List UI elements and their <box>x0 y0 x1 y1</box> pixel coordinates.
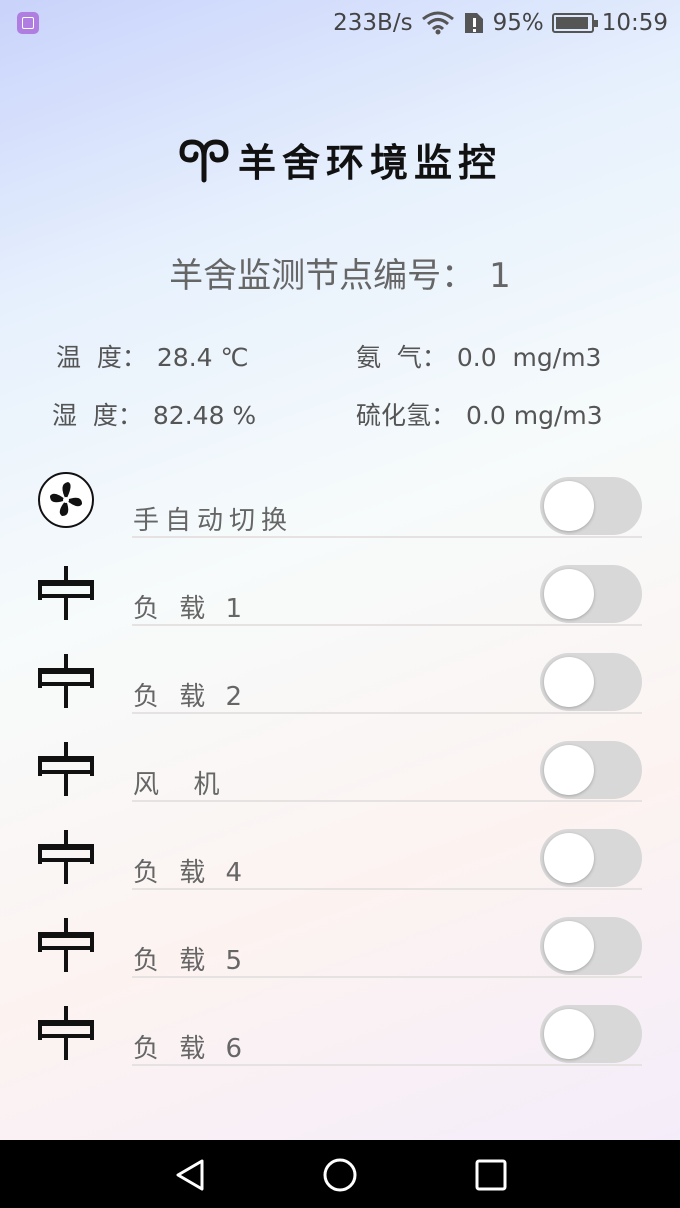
fan-icon <box>38 472 94 528</box>
toggle-knob <box>544 921 594 971</box>
toggle-knob <box>544 657 594 707</box>
toggle-knob <box>544 833 594 883</box>
control-label: 负 载 2 <box>133 682 249 712</box>
node-number: 1 <box>489 256 511 296</box>
reading-humidity: 湿 度： 82.48 % <box>52 396 256 432</box>
toggle-switch[interactable] <box>540 917 642 975</box>
control-row-load-6: 负 载 6 <box>0 978 680 1066</box>
reading-value: 0.0 mg/m3 <box>466 401 603 430</box>
reading-h2s: 硫化氢： 0.0 mg/m3 <box>356 396 603 432</box>
toggle-switch[interactable] <box>540 477 642 535</box>
control-row-fan: 风 机 <box>0 714 680 802</box>
control-label: 手自动切换 <box>133 506 294 536</box>
relay-icon <box>38 654 94 708</box>
reading-label: 湿 度： <box>52 401 143 430</box>
divider <box>132 1064 642 1066</box>
control-row-load-4: 负 载 4 <box>0 802 680 890</box>
control-row-load-5: 负 载 5 <box>0 890 680 978</box>
reading-label: 硫化氢： <box>356 401 457 430</box>
reading-temperature: 温 度： 28.4 ℃ <box>56 338 249 374</box>
home-icon[interactable] <box>322 1157 358 1193</box>
network-speed: 233B/s <box>333 10 413 36</box>
clock: 10:59 <box>601 10 668 36</box>
reading-value: 82.48 % <box>152 401 257 430</box>
control-row-load-1: 负 载 1 <box>0 538 680 626</box>
reading-label: 氨 气： <box>356 343 447 372</box>
toggle-switch[interactable] <box>540 741 642 799</box>
node-label: 羊舍监测节点编号： <box>169 256 476 296</box>
toggle-knob <box>544 745 594 795</box>
toggle-knob <box>544 1009 594 1059</box>
back-icon[interactable] <box>172 1157 208 1193</box>
control-row-load-2: 负 载 2 <box>0 626 680 714</box>
toggle-switch[interactable] <box>540 1005 642 1063</box>
node-info: 羊舍监测节点编号： 1 <box>0 248 680 297</box>
page-title: 羊舍环境监控 <box>237 140 502 185</box>
relay-icon <box>38 830 94 884</box>
battery-icon <box>551 13 598 33</box>
status-right: 233B/s 95% 10:59 <box>333 8 668 38</box>
gallery-app-icon <box>17 12 39 34</box>
toggle-knob <box>544 569 594 619</box>
status-bar: 233B/s 95% 10:59 <box>0 0 680 46</box>
relay-icon <box>38 742 94 796</box>
reading-value: 28.4 ℃ <box>156 343 249 372</box>
relay-icon <box>38 918 94 972</box>
reading-label: 温 度： <box>56 343 147 372</box>
control-label: 负 载 4 <box>133 858 249 888</box>
control-label: 负 载 6 <box>133 1034 249 1064</box>
system-navbar <box>0 1140 680 1208</box>
toggle-switch[interactable] <box>540 565 642 623</box>
relay-icon <box>38 566 94 620</box>
control-label: 风 机 <box>133 770 226 800</box>
app-header: 羊舍环境监控 <box>0 132 680 187</box>
sim-alert-icon <box>464 13 483 33</box>
wifi-icon <box>421 11 454 35</box>
control-row-auto-manual: 手自动切换 <box>0 450 680 538</box>
ram-horns-icon <box>179 138 229 182</box>
battery-percent: 95% <box>492 10 544 36</box>
reading-ammonia: 氨 气： 0.0 mg/m3 <box>356 338 601 374</box>
reading-value: 0.0 mg/m3 <box>456 343 602 372</box>
control-label: 负 载 5 <box>133 946 249 976</box>
toggle-switch[interactable] <box>540 829 642 887</box>
toggle-knob <box>544 481 594 531</box>
recents-icon[interactable] <box>473 1157 509 1193</box>
relay-icon <box>38 1006 94 1060</box>
control-label: 负 载 1 <box>133 594 249 624</box>
toggle-switch[interactable] <box>540 653 642 711</box>
